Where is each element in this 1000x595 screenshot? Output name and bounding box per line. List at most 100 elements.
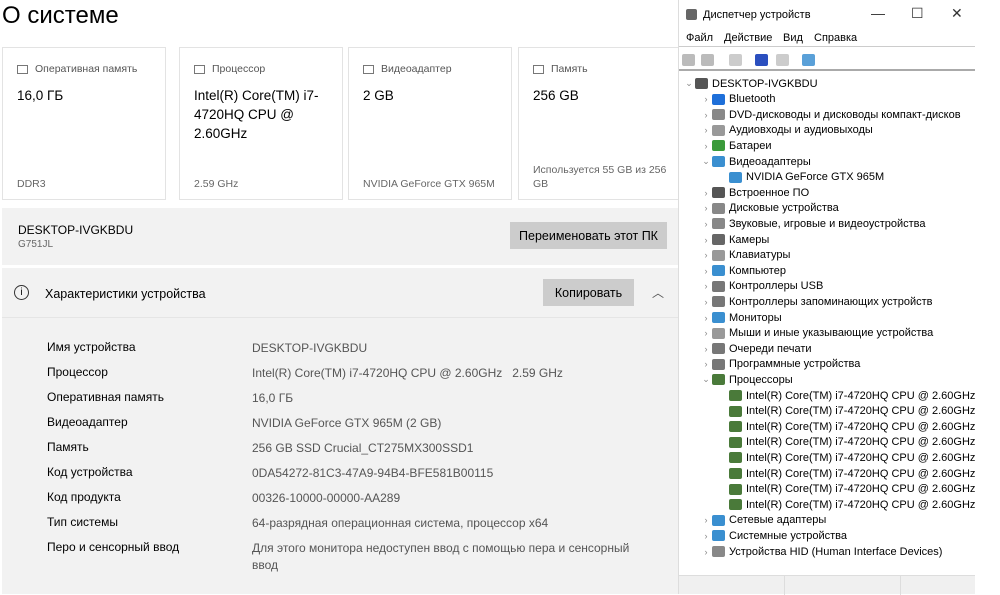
close-button[interactable]: ✕ <box>951 5 963 22</box>
tree-node[interactable]: ⌄ DESKTOP-IVGKBDU <box>683 76 817 91</box>
tree-node[interactable]: › Звуковые, игровые и видеоустройства <box>700 216 926 231</box>
tree-node-label: Очереди печати <box>729 342 812 355</box>
menu-help[interactable]: Справка <box>814 32 857 44</box>
chevron-right-icon[interactable]: › <box>700 344 712 354</box>
tree-node[interactable]: › DVD-дисководы и дисководы компакт-диско… <box>700 107 961 122</box>
device-specifications: i Характеристики устройства Копировать ︿… <box>2 268 678 594</box>
tree-node[interactable]: Intel(R) Core(TM) i7-4720HQ CPU @ 2.60GH… <box>717 435 975 450</box>
tree-node[interactable]: Intel(R) Core(TM) i7-4720HQ CPU @ 2.60GH… <box>717 450 975 465</box>
tree-node-label: Intel(R) Core(TM) i7-4720HQ CPU @ 2.60GH… <box>746 436 976 449</box>
chevron-right-icon[interactable]: › <box>700 219 712 229</box>
tree-node-label: Системные устройства <box>729 529 848 542</box>
device-icon <box>729 171 742 183</box>
tree-node[interactable]: Intel(R) Core(TM) i7-4720HQ CPU @ 2.60GH… <box>717 419 975 434</box>
tree-node[interactable]: › Контроллеры запоминающих устройств <box>700 294 933 309</box>
tree-node[interactable]: › Батареи <box>700 138 772 153</box>
chevron-right-icon[interactable]: › <box>700 281 712 291</box>
tree-node-label: Камеры <box>729 233 770 246</box>
device-icon <box>729 421 742 433</box>
device-manager-icon <box>686 9 697 20</box>
tree-node[interactable]: › Камеры <box>700 232 770 247</box>
chevron-right-icon[interactable]: › <box>700 359 712 369</box>
tree-node[interactable]: Intel(R) Core(TM) i7-4720HQ CPU @ 2.60GH… <box>717 388 975 403</box>
chevron-right-icon[interactable]: › <box>700 250 712 260</box>
chevron-right-icon[interactable]: › <box>700 141 712 151</box>
tree-node[interactable]: › Устройства HID (Human Interface Devices… <box>700 544 943 559</box>
device-icon <box>729 390 742 401</box>
tree-node[interactable]: › Системные устройства <box>700 528 848 543</box>
card-subtext: Используется 55 GB из 256 GB <box>533 164 667 190</box>
chevron-right-icon[interactable]: › <box>700 515 712 525</box>
tree-node[interactable]: › Клавиатуры <box>700 248 791 263</box>
tree-node[interactable]: › Контроллеры USB <box>700 279 824 294</box>
spec-value: NVIDIA GeForce GTX 965M (2 GB) <box>252 416 442 430</box>
tree-node[interactable]: › Мыши и иные указывающие устройства <box>700 326 934 341</box>
tree-node-label: Мыши и иные указывающие устройства <box>729 327 934 340</box>
properties-icon[interactable] <box>729 54 742 66</box>
chevron-right-icon[interactable]: › <box>700 547 712 557</box>
tree-node-label: Intel(R) Core(TM) i7-4720HQ CPU @ 2.60GH… <box>746 389 976 402</box>
tree-node-label: Аудиовходы и аудиовыходы <box>729 124 873 137</box>
device-icon <box>712 530 725 542</box>
copy-button[interactable]: Копировать <box>543 279 634 306</box>
summary-card: Видеоадаптер 2 GB NVIDIA GeForce GTX 965… <box>348 47 512 200</box>
tree-node[interactable]: Intel(R) Core(TM) i7-4720HQ CPU @ 2.60GH… <box>717 497 975 512</box>
forward-icon[interactable] <box>701 54 714 66</box>
menu-file[interactable]: Файл <box>686 32 713 44</box>
tree-node-label: Контроллеры USB <box>729 280 824 293</box>
device-icon <box>712 109 725 121</box>
tree-node[interactable]: › Компьютер <box>700 263 786 278</box>
tree-node[interactable]: › Программные устройства <box>700 357 861 372</box>
help-icon[interactable] <box>755 54 768 66</box>
menu-action[interactable]: Действие <box>724 32 772 44</box>
chevron-down-icon[interactable]: ⌄ <box>700 374 712 385</box>
tree-node-label: Программные устройства <box>729 358 861 371</box>
tree-node[interactable]: › Очереди печати <box>700 341 812 356</box>
tree-node[interactable]: ⌄ Видеоадаптеры <box>700 154 811 169</box>
chevron-right-icon[interactable]: › <box>700 266 712 276</box>
chevron-right-icon[interactable]: › <box>700 328 712 338</box>
card-subtext: DDR3 <box>17 178 46 190</box>
tree-node[interactable]: Intel(R) Core(TM) i7-4720HQ CPU @ 2.60GH… <box>717 404 975 419</box>
device-icon <box>712 280 725 292</box>
tree-node[interactable]: Intel(R) Core(TM) i7-4720HQ CPU @ 2.60GH… <box>717 482 975 497</box>
chevron-right-icon[interactable]: › <box>700 203 712 213</box>
tree-node[interactable]: Intel(R) Core(TM) i7-4720HQ CPU @ 2.60GH… <box>717 466 975 481</box>
rename-pc-button[interactable]: Переименовать этот ПК <box>510 222 667 249</box>
tree-node[interactable]: › Мониторы <box>700 310 782 325</box>
device-icon <box>712 124 725 136</box>
tree-node-label: Дисковые устройства <box>729 202 839 215</box>
tree-node[interactable]: › Встроенное ПО <box>700 185 810 200</box>
chevron-right-icon[interactable]: › <box>700 125 712 135</box>
maximize-button[interactable]: ☐ <box>911 5 924 22</box>
tree-node[interactable]: › Дисковые устройства <box>700 201 839 216</box>
back-icon[interactable] <box>682 54 695 66</box>
chevron-right-icon[interactable]: › <box>700 188 712 198</box>
tree-node[interactable]: ⌄ Процессоры <box>700 372 792 387</box>
spec-value: Для этого монитора недоступен ввод с пом… <box>252 541 633 572</box>
spec-key: Имя устройства <box>47 340 136 354</box>
chevron-right-icon[interactable]: › <box>700 110 712 120</box>
collapse-chevron-icon[interactable]: ︿ <box>652 284 664 301</box>
chevron-right-icon[interactable]: › <box>700 94 712 104</box>
tree-node[interactable]: › Bluetooth <box>700 92 776 107</box>
device-manager-window: Диспетчер устройств — ☐ ✕ Файл Действие … <box>678 0 975 595</box>
spec-header[interactable]: i Характеристики устройства Копировать ︿ <box>2 268 678 318</box>
update-driver-icon[interactable] <box>776 54 789 66</box>
scan-hardware-icon[interactable] <box>802 54 815 66</box>
tree-node[interactable]: NVIDIA GeForce GTX 965M <box>717 170 884 185</box>
tree-node[interactable]: › Сетевые адаптеры <box>700 513 827 528</box>
chevron-right-icon[interactable]: › <box>700 313 712 323</box>
chevron-right-icon[interactable]: › <box>700 235 712 245</box>
menu-view[interactable]: Вид <box>783 32 803 44</box>
device-icon <box>729 483 742 495</box>
spec-value: 16,0 ГБ <box>252 391 294 405</box>
tree-node-label: Контроллеры запоминающих устройств <box>729 295 933 308</box>
minimize-button[interactable]: — <box>871 5 885 21</box>
chevron-right-icon[interactable]: › <box>700 297 712 307</box>
chevron-down-icon[interactable]: ⌄ <box>700 156 712 167</box>
chevron-down-icon[interactable]: ⌄ <box>683 78 695 89</box>
chevron-right-icon[interactable]: › <box>700 531 712 541</box>
tree-node-label: NVIDIA GeForce GTX 965M <box>746 171 885 184</box>
tree-node[interactable]: › Аудиовходы и аудиовыходы <box>700 123 873 138</box>
